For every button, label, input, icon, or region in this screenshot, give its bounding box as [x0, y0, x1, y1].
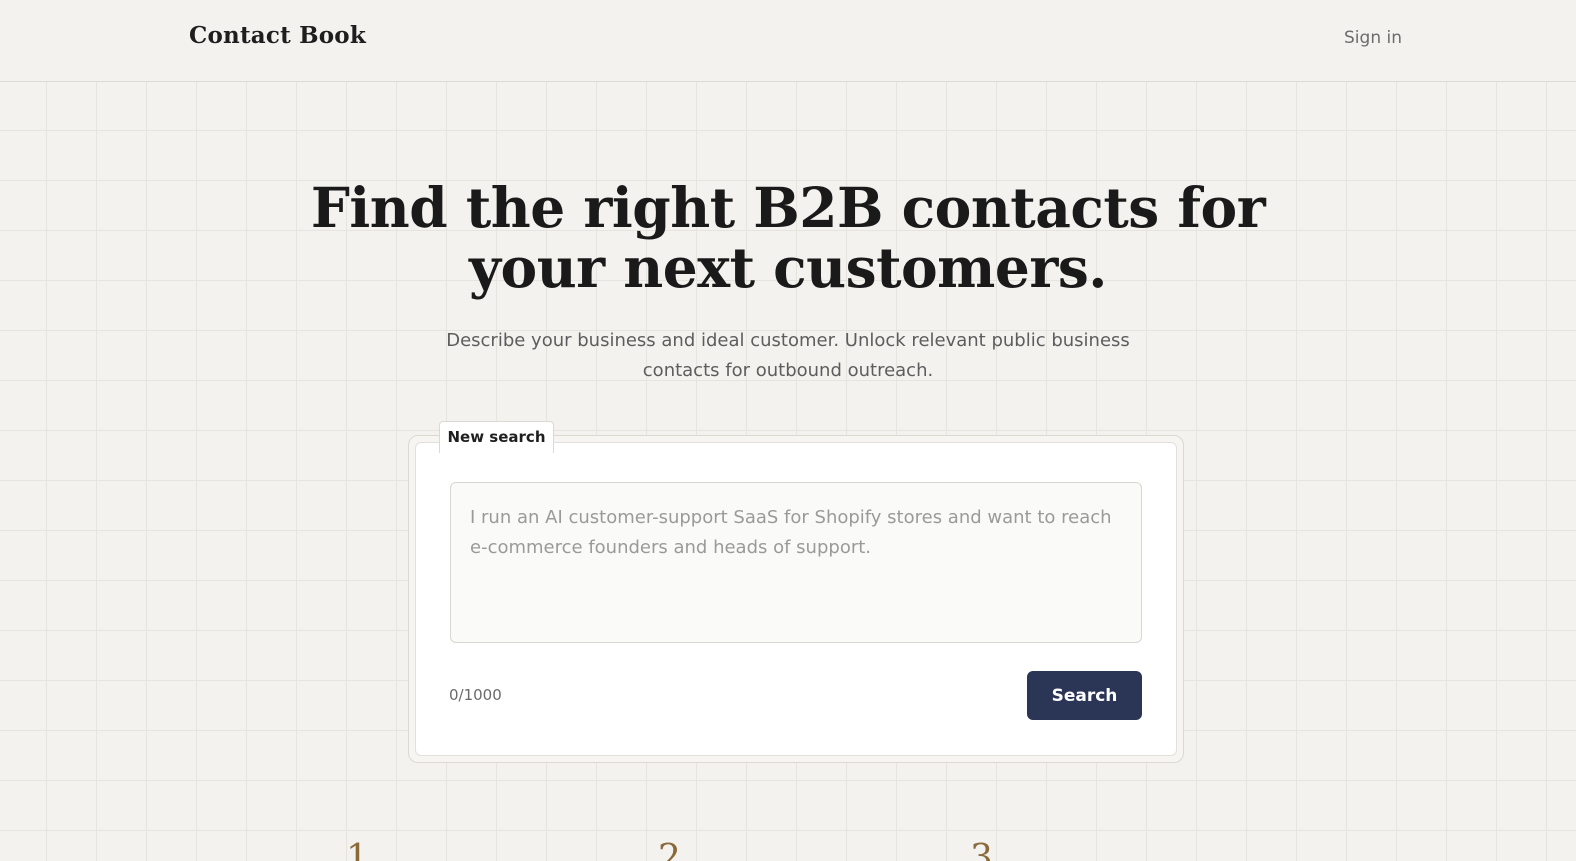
business-description-input[interactable] — [450, 482, 1142, 643]
character-counter: 0/1000 — [449, 686, 502, 704]
step-number-2: 2 — [658, 838, 681, 861]
brand-logo[interactable]: Contact Book — [189, 22, 366, 49]
hero-title: Find the right B2B contacts for your nex… — [310, 175, 1266, 300]
hero-subtitle: Describe your business and ideal custome… — [446, 330, 1130, 381]
steps-row: 1 2 3 — [0, 838, 1576, 861]
top-navigation-bar: Contact Book Sign in — [0, 0, 1576, 82]
step-number-1: 1 — [346, 838, 369, 861]
page: Contact Book Sign in Find the right B2B … — [0, 0, 1576, 861]
new-search-tab[interactable]: New search — [439, 421, 554, 453]
step-number-3: 3 — [970, 838, 993, 861]
search-button[interactable]: Search — [1027, 671, 1142, 720]
sign-in-link[interactable]: Sign in — [1344, 28, 1402, 48]
